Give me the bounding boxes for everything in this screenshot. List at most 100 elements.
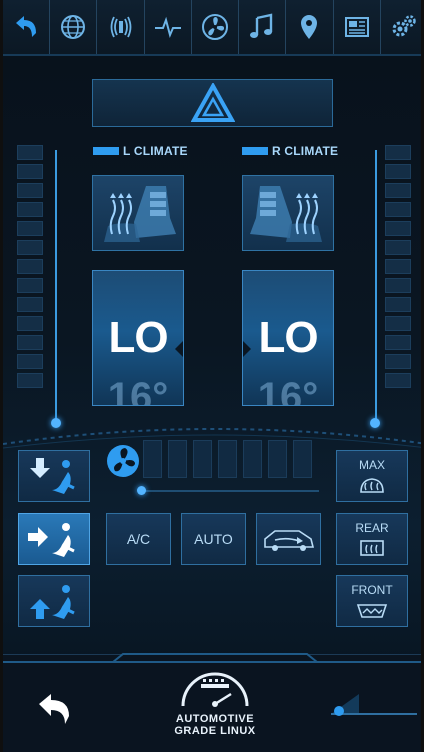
- bottom-divider: [3, 653, 421, 663]
- slider-segment: [385, 202, 411, 217]
- radio-waves-icon: [110, 16, 131, 38]
- speedometer-logo-icon: [181, 672, 249, 707]
- rear-label: REAR: [355, 521, 389, 535]
- slider-segment: [17, 221, 43, 236]
- car-recirculation-icon: [263, 530, 314, 551]
- nav-news-button[interactable]: [333, 0, 381, 54]
- left-temp-mode: LO: [108, 313, 168, 362]
- front-label: FRONT: [351, 583, 393, 597]
- climate-screen: L CLIMATE R CLIMATE LO 16° LO 16° A/C AU…: [0, 0, 424, 752]
- back-arrow-icon: [16, 16, 37, 37]
- fan-speed-segment: [268, 440, 287, 478]
- slider-segment: [385, 164, 411, 179]
- right-climate-label: R CLIMATE: [242, 144, 338, 158]
- top-nav-bar: [3, 0, 421, 56]
- fan-speed-segment: [168, 440, 187, 478]
- left-climate-label: L CLIMATE: [93, 144, 188, 158]
- nav-settings-button[interactable]: [380, 0, 421, 54]
- slider-segment: [17, 259, 43, 274]
- slider-segment: [17, 354, 43, 369]
- ac-label: A/C: [126, 531, 151, 547]
- right-seat-heat-button[interactable]: [242, 175, 334, 251]
- airflow-face-icon: [30, 458, 75, 494]
- settings-gears-icon: [392, 15, 416, 37]
- volume-ramp-icon: [331, 694, 417, 716]
- slider-segment: [385, 354, 411, 369]
- fan-speed-bar[interactable]: [143, 440, 312, 478]
- fan-speed-icon: [107, 445, 139, 477]
- right-temp-display[interactable]: LO 16°: [242, 270, 334, 406]
- slider-segment: [17, 164, 43, 179]
- left-climate-text: L CLIMATE: [123, 144, 188, 158]
- left-temp-display[interactable]: LO 16°: [92, 270, 184, 406]
- right-climate-text: R CLIMATE: [272, 144, 339, 158]
- left-temp-value: 16°: [107, 375, 169, 406]
- newspaper-icon: [344, 17, 369, 37]
- front-defrost-icon: [356, 604, 388, 618]
- nav-music-button[interactable]: [239, 0, 287, 54]
- left-seat-heat-button[interactable]: [92, 175, 184, 251]
- slider-segment: [385, 297, 411, 312]
- nav-health-button[interactable]: [144, 0, 192, 54]
- slider-segment: [385, 373, 411, 388]
- nav-radio-button[interactable]: [97, 0, 145, 54]
- agl-brand-line1: AUTOMOTIVE: [175, 713, 255, 725]
- right-temp-slider[interactable]: [385, 145, 411, 388]
- seat-heat-icon: [104, 186, 176, 242]
- rear-defrost-icon: [360, 540, 384, 556]
- right-slider-track: [375, 150, 377, 420]
- map-pin-icon: [301, 15, 318, 39]
- auto-button[interactable]: AUTO: [181, 513, 246, 565]
- fan-speed-track: [141, 490, 319, 492]
- airflow-face-button[interactable]: [18, 450, 90, 502]
- nav-map-button[interactable]: [286, 0, 334, 54]
- right-climate-indicator: [242, 147, 268, 155]
- nav-hvac-button[interactable]: [191, 0, 240, 54]
- recirculation-button[interactable]: [256, 513, 321, 565]
- hazard-triangle-icon: [190, 83, 235, 122]
- globe-icon: [61, 15, 86, 39]
- slider-segment: [385, 183, 411, 198]
- left-slider-track: [55, 150, 57, 420]
- airflow-feet-button[interactable]: [18, 575, 90, 627]
- slider-segment: [385, 221, 411, 236]
- nav-browser-button[interactable]: [50, 0, 98, 54]
- left-climate-indicator: [93, 147, 119, 155]
- max-label: MAX: [358, 458, 385, 472]
- slider-segment: [17, 202, 43, 217]
- defrost-icon: [360, 478, 384, 493]
- back-arrow-icon: [39, 694, 69, 724]
- slider-segment: [17, 373, 43, 388]
- slider-segment: [385, 145, 411, 160]
- slider-segment: [17, 278, 43, 293]
- agl-brand-line2: GRADE LINUX: [174, 725, 256, 737]
- heartbeat-icon: [154, 16, 181, 39]
- ac-button[interactable]: A/C: [106, 513, 171, 565]
- airflow-body-button[interactable]: [18, 513, 90, 565]
- slider-segment: [17, 335, 43, 350]
- bottom-back-button[interactable]: [33, 690, 77, 730]
- slider-segment: [385, 278, 411, 293]
- fan-speed-segment: [218, 440, 237, 478]
- slider-segment: [385, 316, 411, 331]
- max-defrost-button[interactable]: MAX: [336, 450, 408, 502]
- hazard-button[interactable]: [92, 79, 333, 127]
- fan-speed-handle[interactable]: [137, 486, 146, 495]
- seat-heat-icon: [250, 186, 322, 242]
- fan-speed-segment: [143, 440, 162, 478]
- volume-slider[interactable]: [329, 690, 419, 720]
- airflow-feet-icon: [30, 585, 75, 619]
- slider-segment: [17, 145, 43, 160]
- slider-segment: [385, 335, 411, 350]
- airflow-body-icon: [28, 523, 75, 557]
- slider-segment: [385, 240, 411, 255]
- slider-segment: [17, 240, 43, 255]
- slider-segment: [17, 316, 43, 331]
- front-defrost-button[interactable]: FRONT: [336, 575, 408, 627]
- left-temp-slider[interactable]: [17, 145, 43, 388]
- slider-segment: [385, 259, 411, 274]
- slider-segment: [17, 297, 43, 312]
- fan-icon: [201, 14, 228, 40]
- nav-back-button[interactable]: [3, 0, 51, 54]
- rear-defrost-button[interactable]: REAR: [336, 513, 408, 565]
